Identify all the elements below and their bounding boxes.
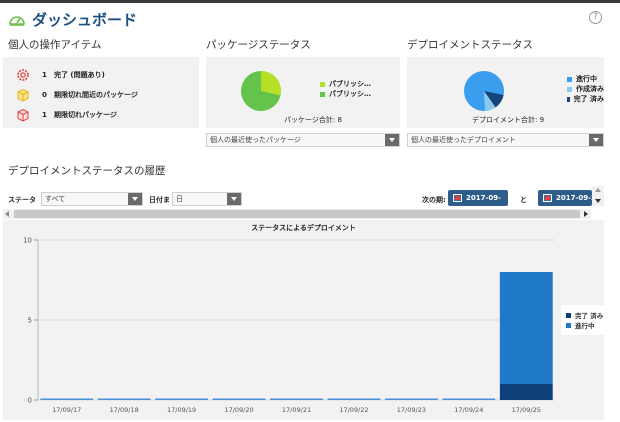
y-tick-label: 5 bbox=[28, 317, 32, 325]
bar-baseline-17/09/17 bbox=[40, 398, 94, 400]
x-tick-label: 17/09/19 bbox=[167, 406, 196, 414]
y-tick-label: 10 bbox=[23, 237, 32, 245]
x-tick-label: 17/09/22 bbox=[339, 406, 368, 414]
bar-baseline-17/09/21 bbox=[270, 398, 323, 400]
bar-baseline-17/09/24 bbox=[442, 398, 496, 400]
x-tick-label: 17/09/20 bbox=[224, 406, 253, 414]
bar-baseline-17/09/19 bbox=[155, 398, 209, 400]
x-tick-label: 17/09/18 bbox=[110, 406, 139, 414]
legend-item: 完了 済み bbox=[566, 310, 604, 320]
legend-item: 進行中 bbox=[566, 320, 604, 330]
bar-baseline-17/09/20 bbox=[212, 398, 266, 400]
x-tick-label: 17/09/24 bbox=[454, 406, 483, 414]
bar-baseline-17/09/22 bbox=[327, 398, 381, 400]
bar-17/09/25-完了 済み bbox=[499, 384, 553, 400]
y-tick-label: 0 bbox=[28, 397, 32, 405]
chart-legend: 完了 済み 進行中 bbox=[561, 305, 604, 335]
x-tick-label: 17/09/21 bbox=[282, 406, 311, 414]
bar-baseline-17/09/23 bbox=[384, 398, 438, 400]
history-chart-plot: 0 5 10 17/09/17 17/09/18 17/09/19 17/09/20 17/0… bbox=[23, 237, 555, 414]
bar-baseline-17/09/18 bbox=[97, 398, 151, 400]
x-tick-label: 17/09/23 bbox=[397, 406, 426, 414]
x-tick-label: 17/09/17 bbox=[52, 406, 81, 414]
x-tick-label: 17/09/25 bbox=[512, 406, 541, 414]
bar-17/09/25-進行中 bbox=[499, 272, 553, 384]
